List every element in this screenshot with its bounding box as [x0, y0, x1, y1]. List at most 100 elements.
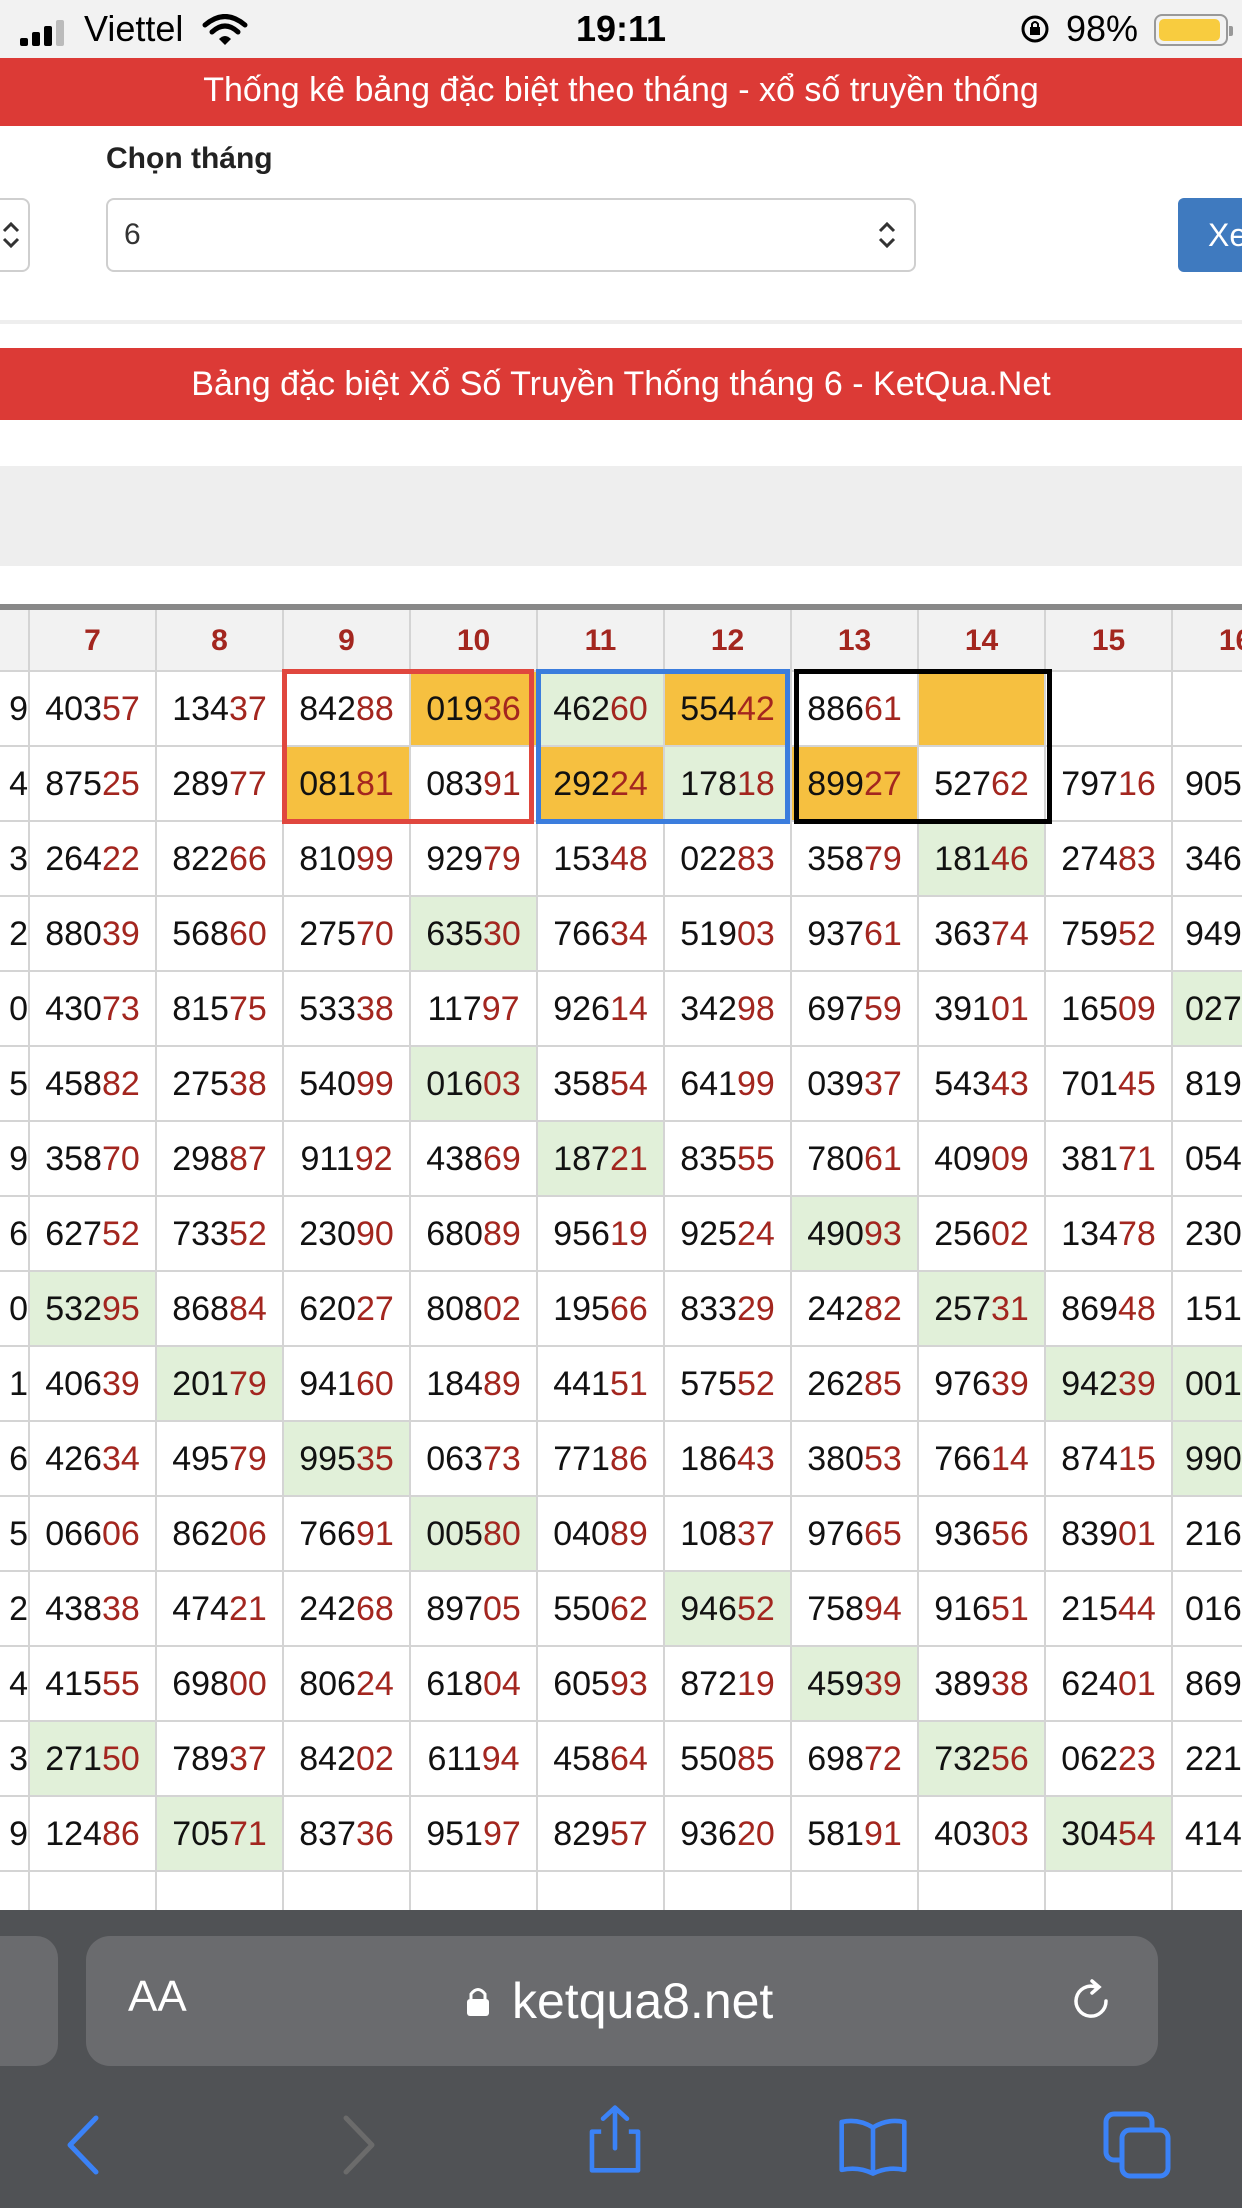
- column-header: 16: [1173, 610, 1242, 672]
- number-head: 358: [553, 1065, 610, 1103]
- table-cell: 21544: [1046, 1572, 1173, 1647]
- number-tail: 27: [355, 1290, 394, 1328]
- table-cell: 91192: [284, 1122, 411, 1197]
- year-select[interactable]: [0, 198, 30, 272]
- number-head: 897: [426, 1590, 483, 1628]
- number-head: 880: [45, 915, 102, 953]
- table-cell: 11797: [411, 972, 538, 1047]
- number-tail: 01: [1117, 1515, 1156, 1553]
- number-tail: 56: [990, 1515, 1029, 1553]
- table-cell: 5: [0, 1047, 30, 1122]
- table-cell: 27150: [30, 1722, 157, 1797]
- number-tail: 09: [1117, 990, 1156, 1028]
- month-select[interactable]: 6: [106, 198, 916, 272]
- number-tail: 48: [609, 840, 648, 878]
- number-head: 201: [172, 1365, 229, 1403]
- number-tail: 83: [736, 840, 775, 878]
- number-head: 391: [934, 990, 991, 1028]
- number-tail: 97: [481, 990, 520, 1028]
- bookmarks-icon[interactable]: [838, 2110, 908, 2180]
- column-header: 13: [792, 610, 919, 672]
- number-head: 257: [934, 1290, 991, 1328]
- table-cell: 54343: [919, 1047, 1046, 1122]
- table-cell: 38171: [1046, 1122, 1173, 1197]
- clock-time: 19:11: [575, 8, 667, 49]
- special-prize-table[interactable]: 9 4 3 2 0 5 9 6 0 1 6 5 2 4 3 9 7 40357 87525 26422 88039 430…: [0, 604, 1242, 1910]
- number-head: 264: [45, 840, 102, 878]
- number-tail: 79: [228, 1440, 267, 1478]
- number-head: 438: [45, 1590, 102, 1628]
- number-head: 822: [172, 840, 229, 878]
- view-button[interactable]: Xe: [1178, 198, 1242, 272]
- tabs-icon[interactable]: [1102, 2110, 1172, 2180]
- number-tail: 35: [355, 1440, 394, 1478]
- number-tail: 24: [355, 1665, 394, 1703]
- table-cell: 69800: [157, 1647, 284, 1722]
- number-head: 358: [807, 840, 864, 878]
- table-cell: 24282: [792, 1272, 919, 1347]
- table-cell: 43838: [30, 1572, 157, 1647]
- table-cell: 84288: [284, 672, 411, 747]
- table-cell: 88661: [792, 672, 919, 747]
- table-cell: 94652: [665, 1572, 792, 1647]
- number-head: 868: [172, 1290, 229, 1328]
- table-cell: 27538: [157, 1047, 284, 1122]
- table-cell: 62027: [284, 1272, 411, 1347]
- table-cell: 77186: [538, 1422, 665, 1497]
- number-tail: 75: [228, 990, 267, 1028]
- number-head: 842: [299, 1740, 356, 1778]
- column-header: 11: [538, 610, 665, 672]
- number-head: 680: [426, 1215, 483, 1253]
- table-cell: 001: [1173, 1347, 1242, 1422]
- number-head: 458: [553, 1740, 610, 1778]
- url-text[interactable]: ketqua8.net: [512, 1972, 773, 2030]
- table-cell: 28977: [157, 747, 284, 822]
- number-tail: 51: [609, 1365, 648, 1403]
- number-head: 181: [934, 840, 991, 878]
- table-cell: 40909: [919, 1122, 1046, 1197]
- number-tail: 55: [101, 1665, 140, 1703]
- table-cell: 49579: [157, 1422, 284, 1497]
- number-tail: 86: [101, 1815, 140, 1853]
- number-head: 242: [299, 1590, 356, 1628]
- number-head: 941: [299, 1365, 356, 1403]
- number-head: 215: [1061, 1590, 1118, 1628]
- reader-settings-button[interactable]: AA: [128, 1972, 187, 2022]
- number-head: 936: [934, 1515, 991, 1553]
- number-tail: 52: [1117, 915, 1156, 953]
- number-head: 186: [680, 1440, 737, 1478]
- table-cell: 06223: [1046, 1722, 1173, 1797]
- number-head: 406: [45, 1365, 102, 1403]
- table-cell: 00580: [411, 1497, 538, 1572]
- number-head: 187: [553, 1140, 610, 1178]
- number-tail: 82: [863, 1290, 902, 1328]
- table-cell: 40639: [30, 1347, 157, 1422]
- table-cell: 61804: [411, 1647, 538, 1722]
- number-head: 474: [172, 1590, 229, 1628]
- table-cell: 86948: [1046, 1272, 1173, 1347]
- number-head: 039: [807, 1065, 864, 1103]
- number-tail: 78: [1117, 1215, 1156, 1253]
- table-cell: 13478: [1046, 1197, 1173, 1272]
- number-head: 833: [680, 1290, 737, 1328]
- share-icon[interactable]: [580, 2104, 650, 2174]
- number-head: 409: [934, 1140, 991, 1178]
- table-cell: 89927: [792, 747, 919, 822]
- number-head: 554: [680, 690, 737, 728]
- previous-tab-preview[interactable]: [0, 1936, 58, 2066]
- column-header: 8: [157, 610, 284, 672]
- table-cell: 9: [0, 1797, 30, 1872]
- number-tail: 39: [1117, 1365, 1156, 1403]
- number-head: 381: [1061, 1140, 1118, 1178]
- column-header: 10: [411, 610, 538, 672]
- number-head: 165: [1061, 990, 1118, 1028]
- table-cell: 57552: [665, 1347, 792, 1422]
- table-cell: 819: [1173, 1047, 1242, 1122]
- table-cell: 81575: [157, 972, 284, 1047]
- number-head: 886: [807, 690, 864, 728]
- forward-icon[interactable]: [320, 2110, 390, 2180]
- number-head: 698: [807, 1740, 864, 1778]
- back-icon[interactable]: [52, 2110, 122, 2180]
- number-head: 063: [426, 1440, 483, 1478]
- reload-icon[interactable]: [1066, 1976, 1116, 2026]
